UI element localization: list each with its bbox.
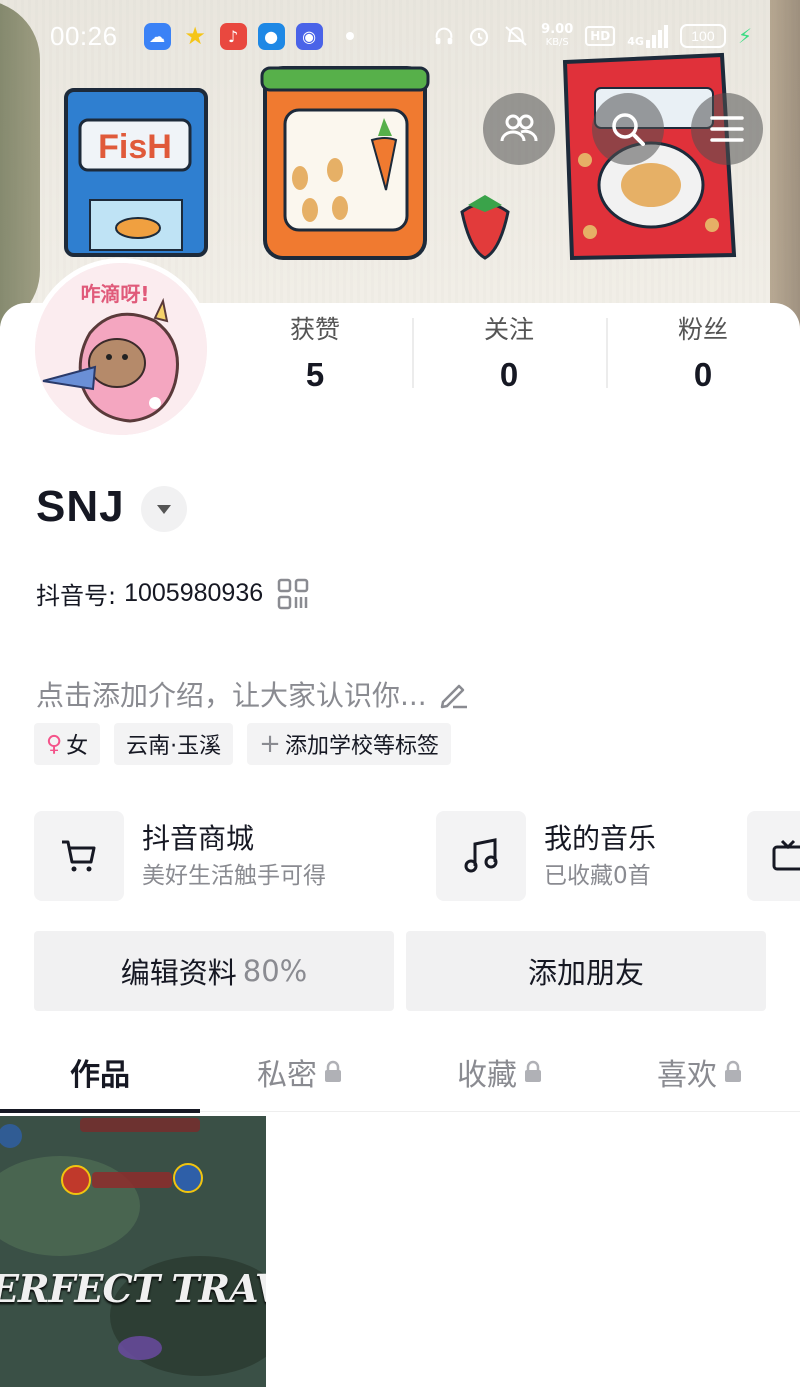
douyin-id-row[interactable]: 抖音号: 1005980936	[36, 576, 309, 611]
video-caption: ERFECT TRAVE	[0, 1266, 266, 1311]
service-my-music[interactable]: 我的音乐 已收藏0首	[436, 811, 656, 901]
svg-text:FisH: FisH	[98, 128, 172, 166]
tab-private[interactable]: 私密	[200, 1032, 400, 1112]
tab-likes[interactable]: 喜欢	[600, 1032, 800, 1112]
profile-stats: 获赞 5 关注 0 粉丝 0	[218, 312, 800, 402]
stat-likes[interactable]: 获赞 5	[218, 312, 412, 402]
hd-badge: HD	[585, 26, 616, 46]
tab-works[interactable]: 作品	[0, 1032, 200, 1113]
tag-add-school[interactable]: + 添加学校等标签	[247, 723, 451, 765]
search-icon	[612, 113, 645, 146]
lock-icon	[525, 1060, 541, 1082]
game-screenshot-illustration	[0, 1116, 266, 1387]
strawberry-illustration	[460, 195, 510, 260]
cart-icon	[34, 811, 124, 901]
qr-code-icon[interactable]	[277, 578, 309, 610]
caret-down-icon	[157, 505, 171, 514]
status-time: 00:26	[50, 20, 118, 51]
content-tabs: 作品 私密 收藏 喜欢	[0, 1032, 800, 1113]
stat-following[interactable]: 关注 0	[412, 312, 606, 402]
female-icon: ♀	[46, 731, 63, 757]
music-app-icon: ♪	[219, 22, 247, 50]
headphones-icon	[435, 27, 453, 45]
tag-location[interactable]: 云南·玉溪	[114, 723, 234, 765]
profile-tags: ♀ 女 云南·玉溪 + 添加学校等标签	[34, 723, 451, 765]
search-button[interactable]	[592, 93, 664, 165]
tab-favorites[interactable]: 收藏	[400, 1032, 600, 1112]
add-friend-button[interactable]: 添加朋友	[406, 931, 766, 1011]
alarm-icon	[470, 27, 489, 47]
plus-icon: +	[259, 729, 281, 759]
battery-indicator: 100	[679, 24, 726, 48]
service-more[interactable]	[747, 811, 800, 901]
svg-text:咋滴呀!: 咋滴呀!	[80, 282, 149, 306]
muted-bell-icon	[505, 26, 527, 46]
system-icons: 9.00 KB/S HD 4G 100 ⚡	[433, 23, 752, 49]
edit-pen-icon	[440, 684, 467, 709]
douyin-id-value: 1005980936	[124, 579, 264, 607]
lock-icon	[725, 1060, 741, 1082]
carrot-jar-illustration	[260, 66, 430, 260]
avatar-image: 咋滴呀!	[35, 263, 207, 435]
service-subtitle: 已收藏0首	[544, 863, 651, 889]
stat-value: 0	[693, 356, 713, 393]
network-speed: 9.00 KB/S	[541, 22, 574, 48]
stat-value: 0	[499, 356, 519, 393]
more-notifications-dot	[345, 32, 354, 40]
tv-icon	[747, 811, 800, 901]
fish-snack-bag-illustration: FisH	[64, 88, 208, 257]
account-switch-button[interactable]	[141, 486, 187, 532]
notification-app-icons: ☁ ★ ♪ ● ◉	[143, 22, 354, 50]
profile-completion: 80%	[242, 954, 308, 988]
star-app-icon: ★	[184, 22, 206, 50]
stat-label: 粉丝	[677, 315, 728, 344]
people-icon	[500, 114, 538, 142]
menu-icon	[710, 116, 744, 142]
lock-icon	[325, 1060, 341, 1082]
stat-value: 5	[305, 356, 325, 393]
friends-button[interactable]	[483, 93, 555, 165]
douyin-id-label: 抖音号:	[36, 582, 117, 610]
service-title: 我的音乐	[544, 822, 657, 855]
stat-label: 关注	[483, 315, 534, 344]
service-douyin-mall[interactable]: 抖音商城 美好生活触手可得	[34, 811, 326, 901]
stat-label: 获赞	[289, 315, 340, 344]
menu-button[interactable]	[691, 93, 763, 165]
status-bar: 00:26 ☁ ★ ♪ ● ◉ 9.00 KB/S HD 4G 100 ⚡	[0, 0, 800, 72]
edit-profile-button[interactable]: 编辑资料 80%	[34, 931, 394, 1011]
avatar[interactable]: 咋滴呀!	[30, 258, 212, 440]
works-grid: ERFECT TRAVE	[0, 1116, 800, 1387]
cloud-app-icon: ☁	[143, 22, 171, 50]
signal-indicator: 4G	[627, 24, 668, 48]
music-icon	[436, 811, 526, 901]
service-title: 抖音商城	[142, 822, 255, 855]
username: SNJ	[36, 482, 125, 531]
profile-actions: 编辑资料 80% 添加朋友	[34, 931, 766, 1011]
bio-text: 点击添加介绍，让大家认识你...	[36, 679, 427, 712]
service-subtitle: 美好生活触手可得	[142, 863, 326, 889]
tag-gender[interactable]: ♀ 女	[34, 723, 101, 765]
service-shortcuts: 抖音商城 美好生活触手可得 我的音乐 已收藏0首	[34, 811, 800, 901]
stat-followers[interactable]: 粉丝 0	[606, 312, 800, 402]
chat-app-icon: ◉	[295, 22, 323, 50]
charging-icon: ⚡	[737, 24, 752, 48]
browser-app-icon: ●	[257, 22, 285, 50]
avatar-illustration: 咋滴呀!	[35, 263, 207, 435]
video-thumbnail[interactable]: ERFECT TRAVE	[0, 1116, 266, 1387]
bio-placeholder[interactable]: 点击添加介绍，让大家认识你...	[36, 674, 469, 714]
